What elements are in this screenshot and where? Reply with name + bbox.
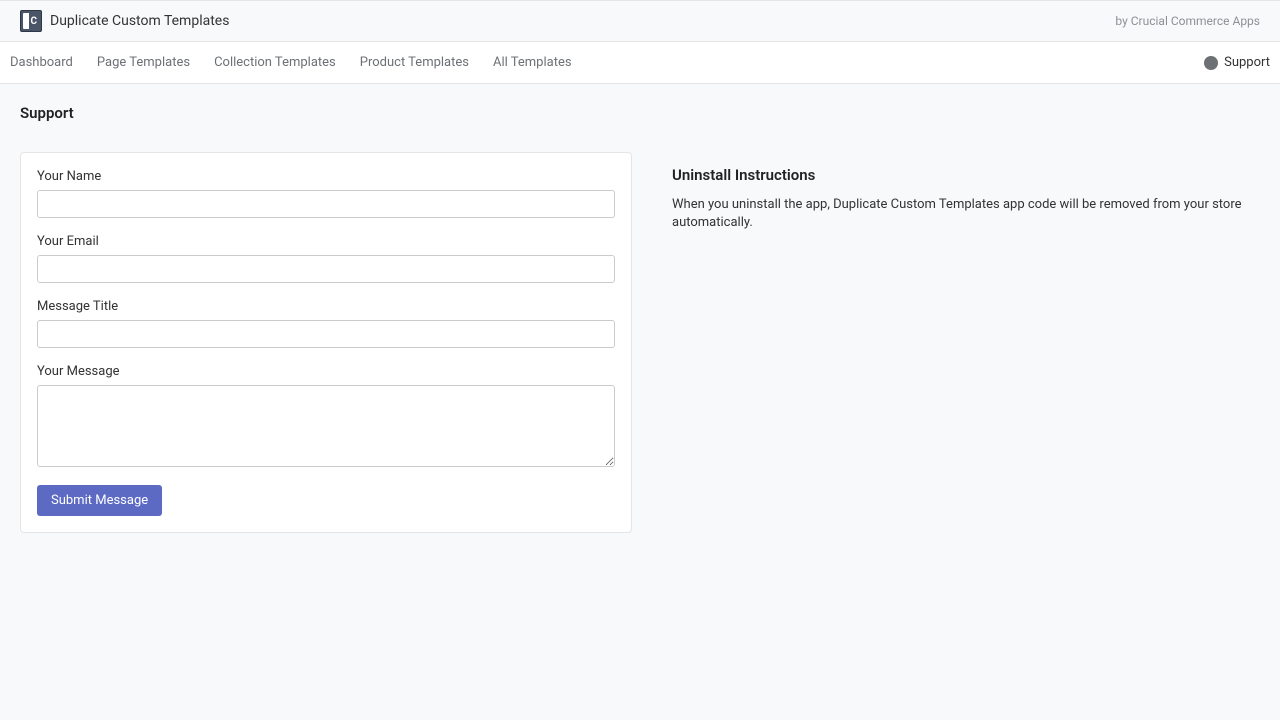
email-input[interactable] <box>37 255 615 283</box>
columns: Your Name Your Email Message Title Your … <box>20 152 1260 533</box>
top-header: Duplicate Custom Templates by Crucial Co… <box>0 0 1280 42</box>
form-group-message: Your Message <box>37 364 615 471</box>
header-left: Duplicate Custom Templates <box>20 10 229 32</box>
nav-bar: Dashboard Page Templates Collection Temp… <box>0 42 1280 84</box>
submit-button[interactable]: Submit Message <box>37 485 162 516</box>
nav-item-collection-templates[interactable]: Collection Templates <box>202 42 348 84</box>
name-label: Your Name <box>37 169 615 184</box>
app-logo-icon <box>20 10 42 32</box>
chat-icon <box>1204 56 1218 70</box>
name-input[interactable] <box>37 190 615 218</box>
title-input[interactable] <box>37 320 615 348</box>
nav-item-product-templates[interactable]: Product Templates <box>348 42 481 84</box>
message-textarea[interactable] <box>37 385 615 467</box>
form-group-name: Your Name <box>37 169 615 218</box>
nav-support-button[interactable]: Support <box>1204 55 1270 70</box>
nav-support-label: Support <box>1224 55 1270 70</box>
page-title: Support <box>20 104 1260 122</box>
app-title: Duplicate Custom Templates <box>50 13 229 29</box>
page-content: Support Your Name Your Email Message Tit… <box>0 84 1280 553</box>
form-group-email: Your Email <box>37 234 615 283</box>
uninstall-heading: Uninstall Instructions <box>672 166 1260 184</box>
uninstall-text: When you uninstall the app, Duplicate Cu… <box>672 196 1260 232</box>
form-group-title: Message Title <box>37 299 615 348</box>
nav-item-dashboard[interactable]: Dashboard <box>10 42 85 84</box>
title-label: Message Title <box>37 299 615 314</box>
email-label: Your Email <box>37 234 615 249</box>
nav-item-all-templates[interactable]: All Templates <box>481 42 584 84</box>
support-form-card: Your Name Your Email Message Title Your … <box>20 152 632 533</box>
message-label: Your Message <box>37 364 615 379</box>
nav-left: Dashboard Page Templates Collection Temp… <box>10 42 584 84</box>
uninstall-section: Uninstall Instructions When you uninstal… <box>672 152 1260 232</box>
nav-item-page-templates[interactable]: Page Templates <box>85 42 202 84</box>
header-attribution: by Crucial Commerce Apps <box>1115 14 1260 28</box>
